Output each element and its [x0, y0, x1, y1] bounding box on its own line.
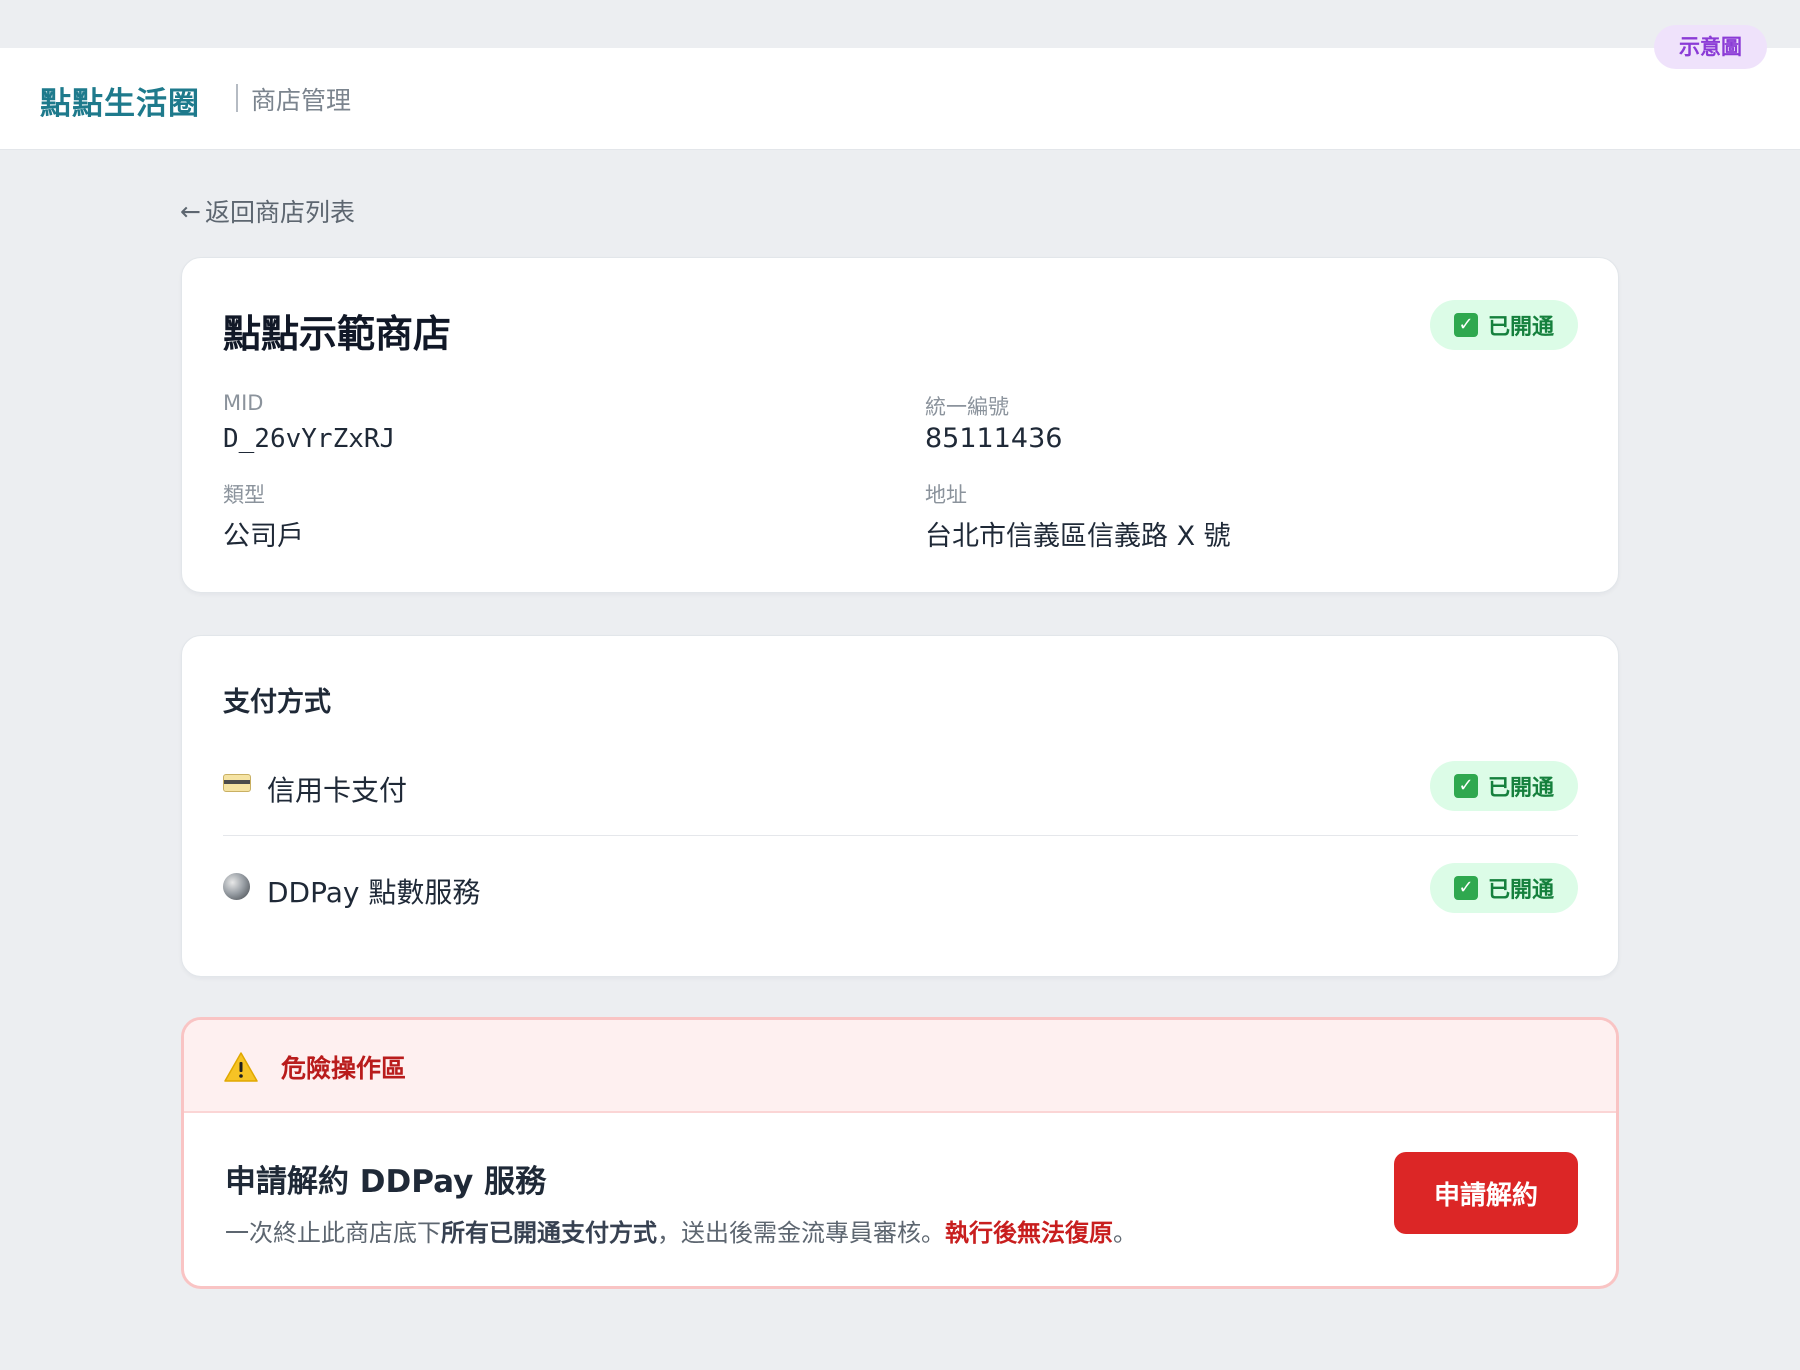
status-label: 已開通: [1487, 878, 1554, 903]
row-divider: [223, 835, 1578, 836]
demo-badge: 示意圖: [1654, 25, 1767, 69]
payment-status-badge: ✓ 已開通: [1430, 761, 1578, 811]
payment-method-row: 信用卡支付 ✓ 已開通: [223, 736, 1578, 836]
apply-termination-button[interactable]: 申請解約: [1394, 1152, 1578, 1234]
warning-icon: [224, 1052, 258, 1082]
arrow-left-icon: ←: [180, 196, 201, 226]
brand-logo[interactable]: 點點生活圈: [40, 78, 200, 123]
payment-method-row: DDPay 點數服務 ✓ 已開通: [223, 838, 1578, 938]
danger-zone-title: 危險操作區: [281, 1054, 407, 1083]
store-name: 點點示範商店: [223, 312, 452, 356]
mid-label: MID: [223, 391, 264, 415]
store-info-card: 點點示範商店 ✓ 已開通 MID D_26vYrZxRJ 統一編號 851114…: [181, 257, 1619, 593]
coin-icon: [223, 873, 250, 900]
credit-card-icon: [223, 774, 251, 792]
type-value: 公司戶: [223, 521, 304, 552]
terminate-service-title: 申請解約 DDPay 服務: [225, 1164, 547, 1200]
payment-section-title: 支付方式: [223, 687, 331, 718]
status-label: 已開通: [1487, 315, 1554, 340]
danger-zone-header: 危險操作區: [184, 1020, 1616, 1113]
check-icon: ✓: [1453, 313, 1478, 337]
mid-value: D_26vYrZxRJ: [223, 424, 396, 454]
store-status-badge: ✓ 已開通: [1430, 300, 1578, 350]
status-label: 已開通: [1487, 776, 1554, 801]
tax-id-value: 85111436: [925, 423, 1063, 454]
terminate-service-description: 一次終止此商店底下所有已開通支付方式，送出後需金流專員審核。執行後無法復原。: [225, 1219, 1137, 1247]
page-section-title: 商店管理: [251, 86, 352, 115]
danger-zone-card: 危險操作區 申請解約 DDPay 服務 一次終止此商店底下所有已開通支付方式，送…: [181, 1017, 1619, 1289]
payment-methods-card: 支付方式 信用卡支付 ✓ 已開通 DDPay 點數服務 ✓ 已開通: [181, 635, 1619, 977]
type-label: 類型: [223, 483, 265, 507]
payment-method-label: DDPay 點數服務: [267, 876, 481, 909]
check-icon: ✓: [1453, 774, 1478, 798]
payment-method-label: 信用卡支付: [267, 774, 408, 807]
back-link-label: 返回商店列表: [204, 198, 355, 227]
payment-status-badge: ✓ 已開通: [1430, 863, 1578, 913]
check-icon: ✓: [1453, 876, 1478, 900]
brand-divider: [236, 84, 238, 112]
top-bar: 點點生活圈 商店管理: [0, 48, 1800, 150]
address-label: 地址: [925, 483, 967, 507]
tax-id-label: 統一編號: [925, 395, 1009, 419]
address-value: 台北市信義區信義路 X 號: [925, 521, 1231, 552]
back-to-store-list-link[interactable]: ← 返回商店列表: [180, 193, 355, 229]
